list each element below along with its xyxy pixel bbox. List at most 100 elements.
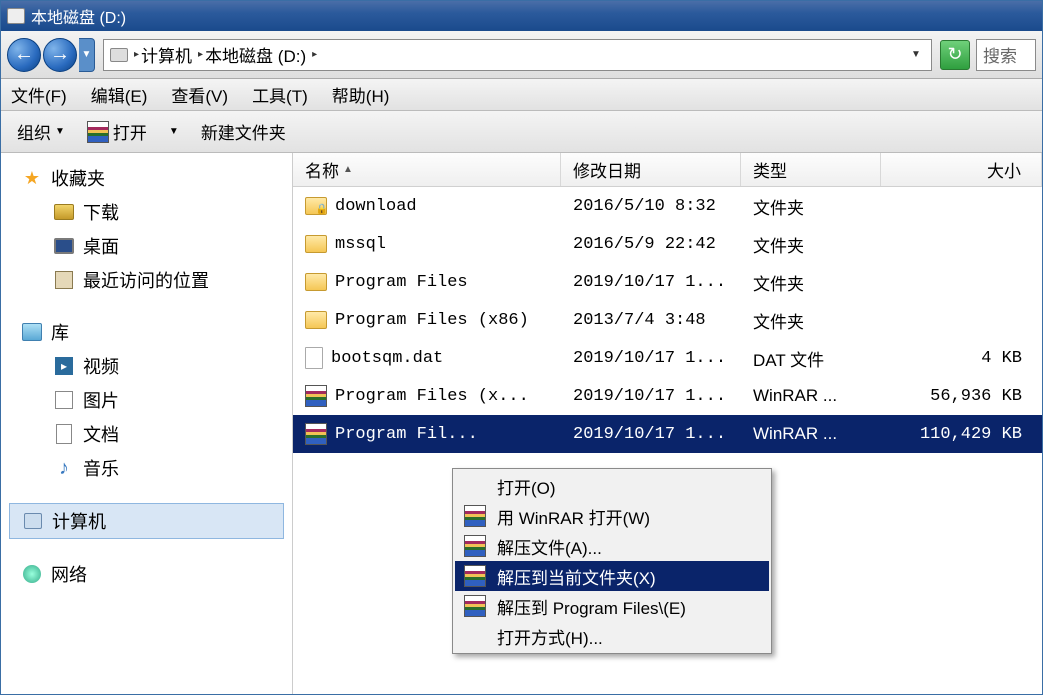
cell-date: 2013/7/4 3:48: [561, 311, 741, 330]
open-dropdown[interactable]: ▼: [163, 122, 185, 141]
menu-tools[interactable]: 工具(T): [252, 82, 308, 107]
organize-label: 组织: [17, 119, 51, 144]
nav-videos[interactable]: ▸ 视频: [9, 349, 284, 383]
nav-label: 下载: [83, 199, 119, 225]
back-button[interactable]: ←: [7, 38, 41, 72]
nav-history-dropdown[interactable]: ▼: [79, 38, 95, 72]
cell-type: 文件夹: [741, 232, 881, 257]
winrar-icon: [464, 505, 486, 527]
ctx-extract-to[interactable]: 解压到 Program Files\(E): [455, 591, 769, 621]
folder-icon: [305, 273, 327, 291]
cell-size: 56,936 KB: [881, 387, 1042, 406]
col-name[interactable]: 名称 ▲: [293, 153, 561, 186]
libraries-label: 库: [51, 319, 69, 345]
organize-button[interactable]: 组织 ▼: [11, 115, 71, 148]
cell-name: download: [305, 197, 561, 216]
file-name: Program Files: [335, 273, 468, 292]
col-size[interactable]: 大小: [881, 153, 1042, 186]
cell-name: mssql: [305, 235, 561, 254]
nav-pictures[interactable]: 图片: [9, 383, 284, 417]
file-icon: [305, 347, 323, 369]
cell-date: 2019/10/17 1...: [561, 349, 741, 368]
network-icon: [21, 563, 43, 585]
cell-type: DAT 文件: [741, 346, 881, 371]
ctx-gutter: [461, 565, 489, 587]
cell-name: bootsqm.dat: [305, 347, 561, 369]
menu-help[interactable]: 帮助(H): [332, 82, 390, 107]
ctx-extract-files[interactable]: 解压文件(A)...: [455, 531, 769, 561]
file-row[interactable]: Program Files2019/10/17 1...文件夹: [293, 263, 1042, 301]
col-type[interactable]: 类型: [741, 153, 881, 186]
computer-icon: [22, 510, 44, 532]
navigation-pane: ★ 收藏夹 下载 桌面 最近访问的位置: [1, 153, 293, 694]
file-name: bootsqm.dat: [331, 349, 443, 368]
document-icon: [53, 423, 75, 445]
new-folder-label: 新建文件夹: [201, 119, 286, 144]
address-bar[interactable]: ▸ 计算机 ▸ 本地磁盘 (D:) ▸ ▼: [103, 39, 932, 71]
new-folder-button[interactable]: 新建文件夹: [195, 115, 292, 148]
nav-label: 图片: [83, 387, 119, 413]
nav-desktop[interactable]: 桌面: [9, 229, 284, 263]
forward-button[interactable]: →: [43, 38, 77, 72]
address-segment-tail[interactable]: ▸: [312, 49, 317, 60]
chevron-down-icon: ▼: [169, 126, 179, 137]
menu-edit[interactable]: 编辑(E): [91, 82, 148, 107]
file-row[interactable]: bootsqm.dat2019/10/17 1...DAT 文件4 KB: [293, 339, 1042, 377]
file-row[interactable]: mssql2016/5/9 22:42文件夹: [293, 225, 1042, 263]
cell-type: 文件夹: [741, 308, 881, 333]
command-bar: 组织 ▼ 打开 ▼ 新建文件夹: [1, 111, 1042, 153]
ctx-open-label: 打开(O): [497, 474, 556, 499]
address-seg-text: 计算机: [141, 42, 192, 67]
chevron-right-icon: ▸: [134, 49, 139, 60]
cell-name: Program Files (x...: [305, 385, 561, 407]
ctx-label: 解压到当前文件夹(X): [497, 564, 656, 589]
col-name-label: 名称: [305, 157, 339, 182]
col-size-label: 大小: [987, 157, 1021, 182]
nav-downloads[interactable]: 下载: [9, 195, 284, 229]
col-type-label: 类型: [753, 157, 787, 182]
address-dropdown[interactable]: ▼: [907, 49, 925, 60]
nav-documents[interactable]: 文档: [9, 417, 284, 451]
libraries-header[interactable]: 库: [9, 315, 284, 349]
cell-date: 2016/5/10 8:32: [561, 197, 741, 216]
col-date[interactable]: 修改日期: [561, 153, 741, 186]
file-row[interactable]: download2016/5/10 8:32文件夹: [293, 187, 1042, 225]
file-name: download: [335, 197, 417, 216]
ctx-open[interactable]: 打开(O): [455, 471, 769, 501]
menu-view[interactable]: 查看(V): [171, 82, 228, 107]
address-segment-computer[interactable]: ▸ 计算机: [134, 42, 192, 67]
nav-label: 文档: [83, 421, 119, 447]
address-drive-icon: [110, 48, 128, 62]
open-button[interactable]: 打开: [81, 115, 153, 148]
cell-size: 110,429 KB: [881, 425, 1042, 444]
nav-recent[interactable]: 最近访问的位置: [9, 263, 284, 297]
winrar-icon: [305, 385, 327, 407]
ctx-open-with[interactable]: 打开方式(H)...: [455, 621, 769, 651]
ctx-open-with-winrar[interactable]: 用 WinRAR 打开(W): [455, 501, 769, 531]
folder-locked-icon: [305, 197, 327, 215]
folder-icon: [305, 311, 327, 329]
refresh-button[interactable]: ↻: [940, 40, 970, 70]
nav-network[interactable]: 网络: [9, 557, 284, 591]
nav-label: 最近访问的位置: [83, 267, 209, 293]
cell-type: WinRAR ...: [741, 386, 881, 406]
ctx-gutter: [461, 595, 489, 617]
file-row[interactable]: Program Fil...2019/10/17 1...WinRAR ...1…: [293, 415, 1042, 453]
ctx-extract-here[interactable]: 解压到当前文件夹(X): [455, 561, 769, 591]
nav-music[interactable]: ♪ 音乐: [9, 451, 284, 485]
file-row[interactable]: Program Files (x86)2013/7/4 3:48文件夹: [293, 301, 1042, 339]
window-title: 本地磁盘 (D:): [31, 4, 126, 28]
file-name: mssql: [335, 235, 386, 254]
ctx-gutter: [461, 505, 489, 527]
winrar-icon: [464, 565, 486, 587]
file-row[interactable]: Program Files (x...2019/10/17 1...WinRAR…: [293, 377, 1042, 415]
library-icon: [21, 321, 43, 343]
address-segment-drive[interactable]: ▸ 本地磁盘 (D:): [198, 42, 306, 67]
nav-label: 桌面: [83, 233, 119, 259]
favorites-header[interactable]: ★ 收藏夹: [9, 161, 284, 195]
col-date-label: 修改日期: [573, 157, 641, 182]
search-box[interactable]: 搜索: [976, 39, 1036, 71]
nav-computer[interactable]: 计算机: [9, 503, 284, 539]
ctx-label: 打开方式(H)...: [497, 624, 603, 649]
menu-file[interactable]: 文件(F): [11, 82, 67, 107]
